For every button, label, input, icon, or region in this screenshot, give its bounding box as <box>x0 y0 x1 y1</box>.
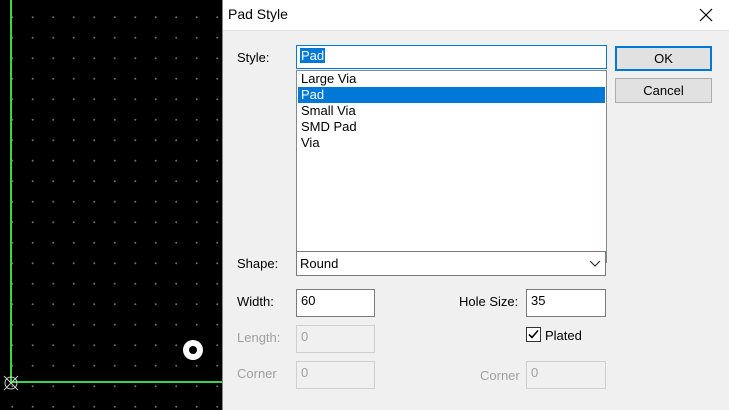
length-input: 0 <box>296 325 375 353</box>
style-option-large-via[interactable]: Large Via <box>298 71 605 87</box>
shape-label: Shape: <box>237 256 279 271</box>
pad-icon[interactable] <box>182 339 204 361</box>
corner2-label: Corner <box>480 368 520 383</box>
close-icon <box>699 8 713 22</box>
corner-input: 0 <box>296 361 375 389</box>
close-button[interactable] <box>683 0 729 30</box>
corner-label: Corner <box>237 366 277 381</box>
style-option-smd-pad[interactable]: SMD Pad <box>298 119 605 135</box>
title-bar: Pad Style <box>223 0 729 30</box>
length-label: Length: <box>237 330 281 345</box>
plated-label: Plated <box>545 328 582 343</box>
shape-select-value: Round <box>300 256 339 271</box>
board-edge-left <box>10 0 12 382</box>
style-input[interactable]: Pad <box>296 45 607 69</box>
hole-size-input[interactable]: 35 <box>526 289 606 317</box>
style-input-value: Pad <box>300 48 326 63</box>
width-input[interactable]: 60 <box>296 289 375 317</box>
style-listbox[interactable]: Large Via Pad Small Via SMD Pad Via <box>296 70 607 263</box>
ok-button[interactable]: OK <box>615 46 712 71</box>
plated-checkbox[interactable] <box>526 327 541 342</box>
pcb-canvas[interactable] <box>0 0 222 410</box>
style-label: Style: <box>237 50 270 65</box>
hole-size-label: Hole Size: <box>459 294 519 309</box>
width-label: Width: <box>237 294 274 309</box>
dialog-title: Pad Style <box>228 6 288 22</box>
cancel-button[interactable]: Cancel <box>615 78 712 103</box>
dialog-body: Style: Pad Large Via Pad Small Via SMD P… <box>223 30 729 410</box>
origin-marker-icon <box>3 375 19 391</box>
shape-select[interactable]: Round <box>296 251 606 276</box>
checkmark-icon <box>528 329 539 339</box>
corner2-input: 0 <box>526 361 606 389</box>
style-option-pad[interactable]: Pad <box>298 87 605 103</box>
chevron-down-icon <box>589 260 601 267</box>
style-option-via[interactable]: Via <box>298 135 605 151</box>
pad-style-dialog: Pad Style Style: Pad Large Via Pad Small… <box>222 0 729 410</box>
board-edge-bottom <box>10 381 222 383</box>
style-option-small-via[interactable]: Small Via <box>298 103 605 119</box>
